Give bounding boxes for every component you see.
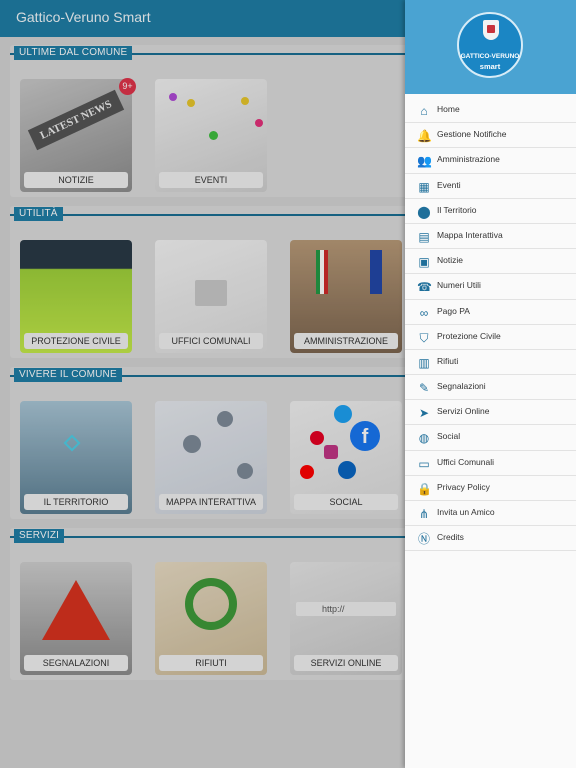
drawer-item-servizi-online[interactable]: ➤ Servizi Online [405,400,576,426]
drawer-item-label: Numeri Utili [437,280,481,291]
location-pin-icon: ⬤ [417,204,431,219]
drawer-item-numeri-utili[interactable]: ☎ Numeri Utili [405,274,576,300]
drawer-item-label: Rifiuti [437,355,459,366]
logo-text-line2: smart [479,62,501,71]
home-icon: ⌂ [420,104,428,118]
drawer-item-eventi[interactable]: ▦ Eventi [405,174,576,199]
app-logo: GATTICO-VERUNO smart [457,12,523,78]
phone-icon: ☎ [417,280,432,295]
edit-icon: ✎ [418,381,430,396]
drawer-item-notizie[interactable]: ▣ Notizie [405,249,576,275]
drawer-item-rifiuti[interactable]: ▥ Rifiuti [405,350,576,376]
drawer-item-credits[interactable]: Ⓝ Credits [405,526,576,552]
drawer-item-label: Privacy Policy [437,481,490,492]
coat-of-arms-icon [483,20,499,40]
drawer-item-label: Uffici Comunali [437,456,495,467]
share-icon: ⋔ [418,507,430,521]
drawer-item-gestione-notifiche[interactable]: 🔔 Gestione Notifiche [405,123,576,149]
globe-icon: ◍ [418,431,430,446]
drawer-item-amministrazione[interactable]: 👥 Amministrazione [405,148,576,174]
drawer-item-invita-un-amico[interactable]: ⋔ Invita un Amico [405,501,576,527]
mouse-pointer-icon: ➤ [418,406,430,421]
trash-icon: ▥ [418,355,430,370]
drawer-item-label: Mappa Interattiva [437,229,503,240]
drawer-header: GATTICO-VERUNO smart [405,0,576,94]
news-icon: ▣ [418,255,430,270]
shield-icon: ⛉ [419,330,429,345]
drawer-item-protezione-civile[interactable]: ⛉ Protezione Civile [405,325,576,350]
drawer-item-label: Pago PA [437,305,470,316]
bell-icon: 🔔 [417,129,432,144]
drawer-scrim[interactable] [0,0,405,768]
calendar-icon: ▦ [418,179,430,194]
map-icon: ▤ [418,229,430,244]
nfc-icon: Ⓝ [417,532,430,547]
drawer-item-label: Amministrazione [437,154,500,165]
drawer-item-pago-pa[interactable]: ∞ Pago PA [405,300,576,325]
people-icon: 👥 [417,154,432,169]
briefcase-icon: ▭ [418,456,430,471]
drawer-item-label: Social [437,431,461,442]
drawer-item-mappa-interattiva[interactable]: ▤ Mappa Interattiva [405,224,576,250]
drawer-item-uffici-comunali[interactable]: ▭ Uffici Comunali [405,451,576,476]
navigation-drawer: GATTICO-VERUNO smart ⌂ Home 🔔 Gestione Noti… [405,0,576,768]
drawer-item-il-territorio[interactable]: ⬤ Il Territorio [405,199,576,224]
drawer-item-social[interactable]: ◍ Social [405,425,576,451]
drawer-item-label: Invita un Amico [437,507,495,517]
handshake-icon: ∞ [419,305,429,320]
lock-icon: 🔒 [417,481,432,496]
drawer-item-home[interactable]: ⌂ Home [405,98,576,124]
drawer-item-label: Gestione Notifiche [437,129,507,140]
drawer-item-label: Il Territorio [437,204,477,215]
drawer-menu: ⌂ Home 🔔 Gestione Notifiche 👥 Amministrazione… [405,98,576,552]
drawer-item-label: Home [437,104,460,114]
drawer-item-label: Segnalazioni [437,381,486,392]
drawer-item-label: Credits [437,532,464,543]
drawer-item-label: Eventi [437,179,461,190]
drawer-item-privacy-policy[interactable]: 🔒 Privacy Policy [405,476,576,501]
logo-text-line1: GATTICO-VERUNO [460,53,520,60]
drawer-item-label: Protezione Civile [437,330,501,341]
drawer-item-segnalazioni[interactable]: ✎ Segnalazioni [405,375,576,401]
drawer-item-label: Servizi Online [437,406,490,417]
drawer-item-label: Notizie [437,255,463,266]
